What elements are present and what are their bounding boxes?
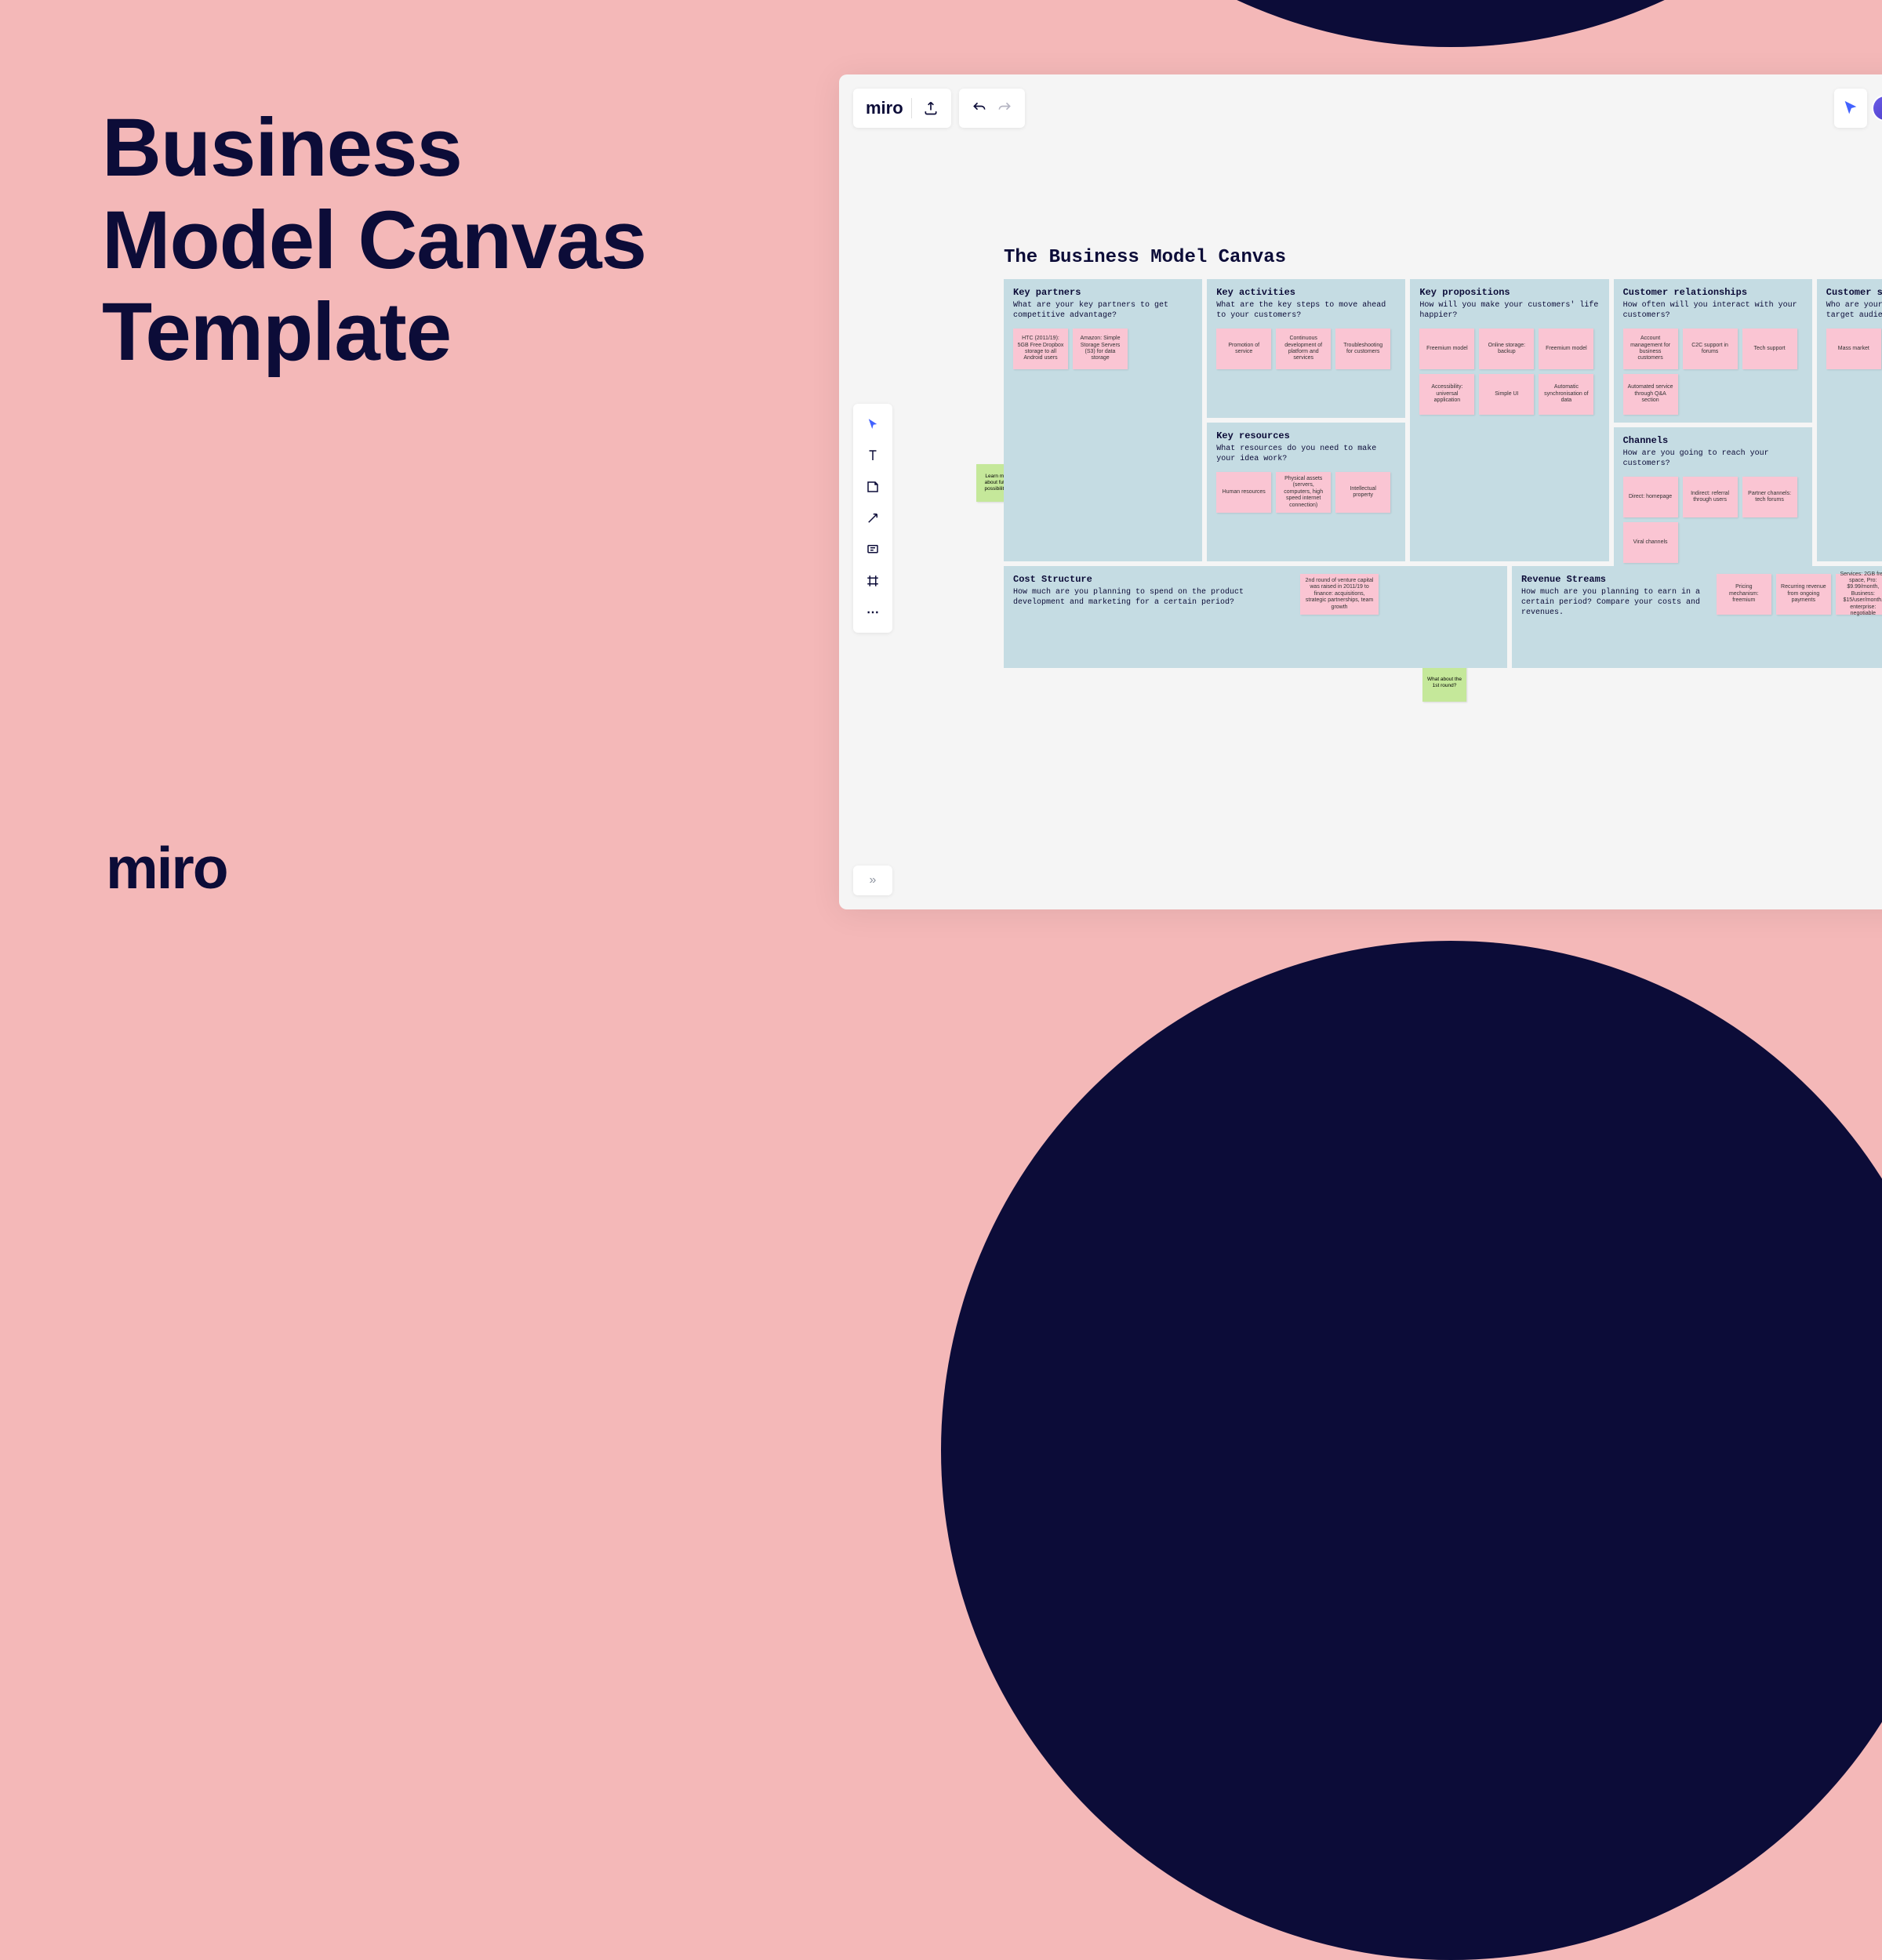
top-right-controls: +3 Sha (1834, 89, 1882, 128)
arrow-tool[interactable] (859, 504, 887, 532)
cell-subtitle: How much are you planning to earn in a c… (1521, 587, 1706, 618)
cell-title: Key partners (1013, 287, 1193, 298)
sticky-note[interactable]: Viral channels (1623, 522, 1678, 563)
comment-tool[interactable] (859, 535, 887, 564)
sticky-note[interactable]: Promotion of service (1216, 328, 1271, 369)
cell-key-activities[interactable]: Key activities What are the key steps to… (1207, 279, 1405, 418)
cell-title: Key propositions (1419, 287, 1599, 298)
cell-subtitle: What are the key steps to move ahead to … (1216, 300, 1396, 321)
cell-key-resources[interactable]: Key resources What resources do you need… (1207, 423, 1405, 561)
cell-title: Customer segments (1826, 287, 1882, 298)
cell-subtitle: What resources do you need to make your … (1216, 444, 1396, 464)
source-attribution: Source: Strategyzer.co (1004, 674, 1882, 683)
sticky-note[interactable]: C2C support in forums (1683, 328, 1738, 369)
sticky-note[interactable]: Online storage: backup (1479, 328, 1534, 369)
decorative-arc-bottom (941, 941, 1882, 1960)
expand-panel-button[interactable]: » (853, 866, 892, 895)
sticky-note[interactable]: HTC (2011/19): 5GB Free Dropbox storage … (1013, 328, 1068, 369)
cell-title: Revenue Streams (1521, 574, 1706, 585)
sticky-note[interactable]: Automated service through Q&A section (1623, 374, 1678, 415)
redo-icon[interactable] (992, 96, 1017, 121)
collaborator-avatars[interactable]: +3 (1877, 95, 1882, 122)
sticky-note[interactable]: Recurring revenue from ongoing payments (1776, 574, 1831, 615)
cell-cost-structure[interactable]: Cost Structure How much are you planning… (1004, 566, 1507, 668)
text-tool[interactable] (859, 441, 887, 470)
cell-key-partners[interactable]: Key partners What are your key partners … (1004, 279, 1202, 561)
cell-subtitle: How will you make your customers' life h… (1419, 300, 1599, 321)
more-tools[interactable]: ⋯ (859, 598, 887, 626)
avatar[interactable] (1872, 95, 1882, 122)
cell-subtitle: Who are your customers? Describe your ta… (1826, 300, 1882, 321)
cell-value-propositions[interactable]: Key propositions How will you make your … (1410, 279, 1608, 561)
top-toolbar: miro (853, 89, 1025, 128)
cell-channels[interactable]: Channels How are you going to reach your… (1614, 427, 1812, 571)
cell-title: Key activities (1216, 287, 1396, 298)
app-window: miro +3 Sha (839, 74, 1882, 909)
sticky-note[interactable]: Tech support (1742, 328, 1797, 369)
sticky-note[interactable]: Direct: homepage (1623, 477, 1678, 517)
miro-wordmark: miro (106, 834, 227, 902)
sticky-note[interactable]: 2nd round of venture capital was raised … (1300, 574, 1379, 615)
decorative-arc-top (941, 0, 1882, 47)
cursor-mode-button[interactable] (1834, 89, 1867, 128)
sticky-note[interactable]: Human resources (1216, 472, 1271, 513)
sticky-note[interactable]: Intellectual property (1335, 472, 1390, 513)
cell-title: Key resources (1216, 430, 1396, 441)
sticky-note[interactable]: Services: 2GB free space, Pro: $9.99/mon… (1836, 574, 1882, 615)
cell-revenue-streams[interactable]: Revenue Streams How much are you plannin… (1512, 566, 1882, 668)
sticky-tool[interactable] (859, 473, 887, 501)
cell-subtitle: How much are you planning to spend on th… (1013, 587, 1284, 608)
cell-title: Customer relationships (1623, 287, 1803, 298)
sticky-note[interactable]: Pricing mechanism: freemium (1717, 574, 1771, 615)
cell-title: Cost Structure (1013, 574, 1284, 585)
hero-title: Business Model Canvas Template (102, 102, 646, 379)
app-logo[interactable]: miro (861, 98, 912, 118)
sticky-note[interactable]: Physical assets (servers, computers, hig… (1276, 472, 1331, 513)
side-toolbar: ⋯ (853, 404, 892, 633)
sticky-note[interactable]: Partner channels: tech forums (1742, 477, 1797, 517)
export-icon[interactable] (918, 96, 943, 121)
toolbar-group-history (959, 89, 1025, 128)
board-title: The Business Model Canvas (1004, 247, 1882, 268)
select-tool[interactable] (859, 410, 887, 438)
sticky-note[interactable]: Continuous development of platform and s… (1276, 328, 1331, 369)
sticky-note[interactable]: Accessibility: universal application (1419, 374, 1474, 415)
cell-subtitle: How are you going to reach your customer… (1623, 448, 1803, 469)
frame-tool[interactable] (859, 567, 887, 595)
bmc-grid: Key partners What are your key partners … (1004, 279, 1882, 668)
cell-subtitle: What are your key partners to get compet… (1013, 300, 1193, 321)
cell-subtitle: How often will you interact with your cu… (1623, 300, 1803, 321)
sticky-note[interactable]: Automatic synchronisation of data (1539, 374, 1593, 415)
sticky-note[interactable]: Account management for business customer… (1623, 328, 1678, 369)
sticky-note[interactable]: Amazon: Simple Storage Servers (S3) for … (1073, 328, 1128, 369)
cell-title: Channels (1623, 435, 1803, 446)
canvas-board[interactable]: The Business Model Canvas Key partners W… (1004, 247, 1882, 683)
sticky-note[interactable]: Freemium model (1539, 328, 1593, 369)
undo-icon[interactable] (967, 96, 992, 121)
cell-customer-segments[interactable]: Customer segments Who are your customers… (1817, 279, 1882, 561)
cell-customer-relationships[interactable]: Customer relationships How often will yo… (1614, 279, 1812, 423)
sticky-note[interactable]: Troubleshooting for customers (1335, 328, 1390, 369)
sticky-note[interactable]: Mass market (1826, 328, 1881, 369)
sticky-note[interactable]: Freemium model (1419, 328, 1474, 369)
sticky-note[interactable]: Indirect: referral through users (1683, 477, 1738, 517)
toolbar-group-main: miro (853, 89, 951, 128)
sticky-note[interactable]: Simple UI (1479, 374, 1534, 415)
